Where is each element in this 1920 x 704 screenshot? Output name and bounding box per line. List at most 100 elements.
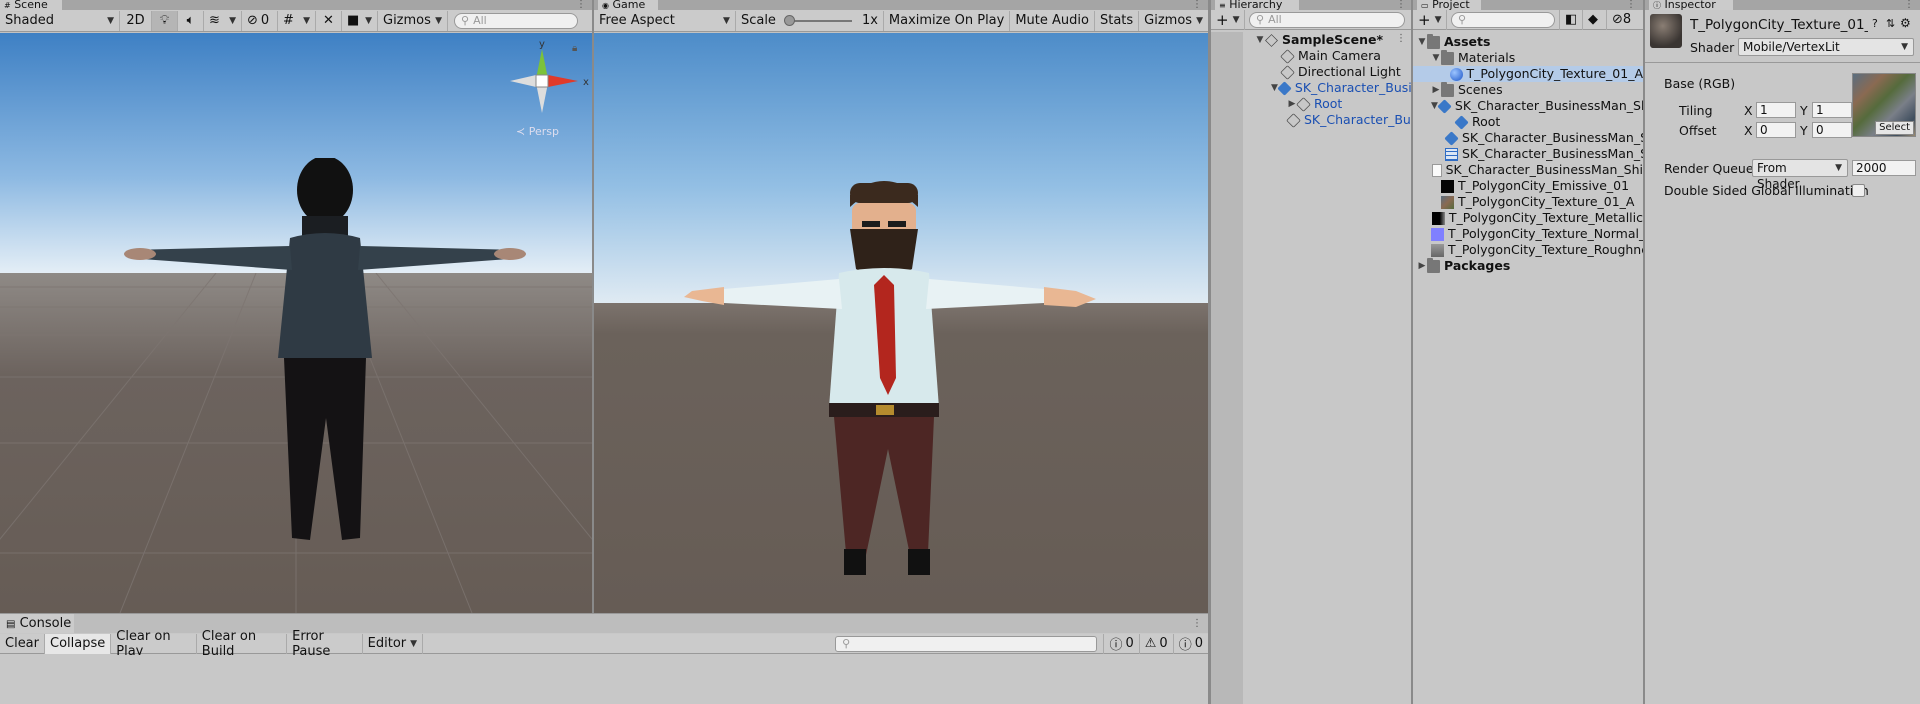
console-clear-button[interactable]: Clear	[0, 633, 45, 654]
console-more-icon[interactable]: ⋮	[1192, 618, 1202, 629]
error-icon: ⓘ	[1178, 638, 1192, 653]
hierarchy-item[interactable]: Main Camera	[1243, 48, 1411, 64]
scene-lighting-button[interactable]: 💡︎	[152, 10, 178, 31]
search-by-label-button[interactable]: ◆	[1583, 9, 1607, 30]
game-more-icon[interactable]: ⋮	[1192, 0, 1202, 10]
stats-toggle[interactable]: Stats	[1095, 10, 1140, 31]
gizmo-lock-icon[interactable]: 🔒︎	[572, 43, 577, 54]
search-icon: ⚲	[1256, 13, 1265, 26]
tab-console[interactable]: ▤ Console	[0, 614, 74, 633]
project-item[interactable]: T_PolygonCity_Emissive_01	[1413, 178, 1643, 194]
offset-x-field[interactable]: 0	[1756, 122, 1796, 138]
scene-audio-button[interactable]: 🔈︎	[178, 10, 204, 31]
expanded-arrow-icon[interactable]: ▼	[1255, 32, 1265, 48]
hierarchy-item[interactable]: SK_Character_Busi	[1243, 112, 1411, 128]
clear-on-build-toggle[interactable]: Clear on Build	[197, 629, 288, 659]
grid-dropdown[interactable]: # ▼	[278, 10, 316, 31]
help-icon[interactable]: ?	[1872, 17, 1878, 30]
project-item[interactable]: T_PolygonCity_Texture_Metallic	[1413, 210, 1643, 226]
project-item[interactable]: SK_Character_BusinessMan_Shi	[1413, 162, 1643, 178]
texture-metallic-icon	[1431, 211, 1445, 225]
search-by-type-button[interactable]: ◧	[1559, 9, 1583, 30]
project-item[interactable]: T_PolygonCity_Texture_01_A	[1413, 66, 1643, 82]
inspector-more-icon[interactable]: ⋮	[1904, 0, 1914, 10]
hierarchy-item[interactable]: Directional Light	[1243, 64, 1411, 80]
double-sided-gi-checkbox[interactable]	[1852, 184, 1865, 197]
log-count-toggle[interactable]: ⓘ 0	[1103, 633, 1140, 654]
scene-search-input[interactable]: ⚲ All	[454, 12, 578, 29]
project-item[interactable]: T_PolygonCity_Texture_Roughne	[1413, 242, 1643, 258]
texture-select-button[interactable]: Select	[1875, 121, 1914, 135]
project-item[interactable]: T_PolygonCity_Texture_Normal_	[1413, 226, 1643, 242]
hierarchy-more-icon[interactable]: ⋮	[1396, 0, 1406, 10]
project-more-icon[interactable]: ⋮	[1626, 0, 1636, 10]
project-item[interactable]: ▼ Assets	[1413, 34, 1643, 50]
tiling-y-field[interactable]: 1	[1812, 102, 1852, 118]
preset-icon[interactable]: ⇅	[1886, 17, 1895, 30]
scale-track[interactable]	[783, 14, 852, 26]
scene-more-icon[interactable]: ⋮	[576, 0, 586, 10]
project-item[interactable]: ▼ SK_Character_BusinessMan_Shi	[1413, 98, 1643, 114]
warning-count-toggle[interactable]: ⚠ 0	[1140, 633, 1174, 654]
maximize-on-play-toggle[interactable]: Maximize On Play	[884, 10, 1011, 31]
tab-scene[interactable]: # Scene	[0, 0, 62, 10]
tiling-y-label: Y	[1800, 103, 1808, 118]
scene-gizmos-dropdown[interactable]: Gizmos ▼	[378, 10, 448, 31]
game-gizmos-dropdown[interactable]: Gizmos ▼	[1139, 11, 1208, 31]
tab-inspector[interactable]: ⓘ Inspector	[1649, 0, 1733, 10]
render-queue-dropdown[interactable]: From Shader ▼	[1752, 159, 1848, 191]
hidden-objects-toggle[interactable]: ⊘ 0	[242, 10, 278, 31]
tree-item-label: Packages	[1444, 258, 1511, 273]
texture-slot[interactable]: Select	[1852, 73, 1916, 137]
tools-button[interactable]: ✕	[316, 10, 342, 31]
expanded-arrow-icon[interactable]: ▼	[1417, 34, 1427, 50]
project-item[interactable]: Root	[1413, 114, 1643, 130]
collapsed-arrow-icon[interactable]: ▶	[1431, 82, 1441, 98]
shader-dropdown[interactable]: Mobile/VertexLit ▼	[1738, 38, 1914, 56]
project-add-button[interactable]: + ▼	[1413, 9, 1447, 30]
project-item[interactable]: SK_Character_BusinessMan_S	[1413, 130, 1643, 146]
chevron-down-icon: ▼	[107, 15, 114, 26]
console-collapse-toggle[interactable]: Collapse	[45, 633, 112, 654]
settings-gear-icon[interactable]: ⚙	[1900, 16, 1911, 30]
offset-y-field[interactable]: 0	[1812, 122, 1852, 138]
console-log-area[interactable]	[0, 655, 1208, 704]
scene-menu-icon[interactable]: ⋮	[1396, 33, 1406, 44]
project-item[interactable]: SK_Character_BusinessMan_S	[1413, 146, 1643, 162]
hierarchy-search-input[interactable]: ⚲ All	[1249, 11, 1405, 28]
hierarchy-add-button[interactable]: + ▼	[1211, 9, 1245, 30]
hierarchy-item[interactable]: ▶ Root	[1243, 96, 1411, 112]
editor-target-dropdown[interactable]: Editor ▼	[363, 633, 424, 654]
scene-viewport[interactable]: y x 🔒︎ ≺ Persp	[0, 33, 592, 613]
persp-label[interactable]: ≺ Persp	[516, 125, 559, 138]
hierarchy-item[interactable]: ▼ SampleScene*	[1243, 32, 1411, 48]
error-pause-toggle[interactable]: Error Pause	[287, 629, 363, 659]
tab-game[interactable]: ◉ Game	[598, 0, 658, 10]
clear-on-play-toggle[interactable]: Clear on Play	[111, 629, 197, 659]
project-item[interactable]: ▼ Materials	[1413, 49, 1643, 66]
project-item[interactable]: ▶ Packages	[1413, 257, 1643, 274]
scale-slider[interactable]: Scale 1x	[736, 10, 884, 31]
aspect-dropdown[interactable]: Free Aspect ▼	[594, 10, 736, 31]
collapsed-arrow-icon[interactable]: ▶	[1417, 258, 1427, 274]
project-item[interactable]: ▶ Scenes	[1413, 81, 1643, 98]
game-viewport[interactable]	[594, 33, 1208, 613]
expanded-arrow-icon[interactable]: ▼	[1431, 50, 1441, 66]
scale-thumb[interactable]	[783, 14, 795, 26]
scene-effects-dropdown[interactable]: ≋ ▼	[204, 10, 242, 31]
console-search-input[interactable]: ⚲	[835, 635, 1098, 652]
tab-project[interactable]: ▭ Project	[1417, 0, 1481, 10]
tiling-x-field[interactable]: 1	[1756, 102, 1796, 118]
tree-item-label: Assets	[1444, 34, 1491, 49]
hierarchy-item[interactable]: ▼SK_Character_Busine	[1243, 80, 1411, 96]
error-count-toggle[interactable]: ⓘ 0	[1174, 634, 1208, 654]
project-item[interactable]: T_PolygonCity_Texture_01_A	[1413, 194, 1643, 210]
tab-hierarchy[interactable]: ≡ Hierarchy	[1215, 0, 1299, 10]
mute-audio-toggle[interactable]: Mute Audio	[1010, 10, 1095, 31]
shading-mode-dropdown[interactable]: Shaded ▼	[0, 10, 120, 31]
hidden-packages-toggle[interactable]: ⊘ 8	[1607, 10, 1641, 30]
camera-dropdown[interactable]: ■ ▼	[342, 10, 378, 31]
toggle-2d-button[interactable]: 2D	[120, 10, 152, 31]
project-search-input[interactable]: ⚲	[1451, 11, 1555, 28]
render-queue-field[interactable]: 2000	[1852, 160, 1916, 176]
